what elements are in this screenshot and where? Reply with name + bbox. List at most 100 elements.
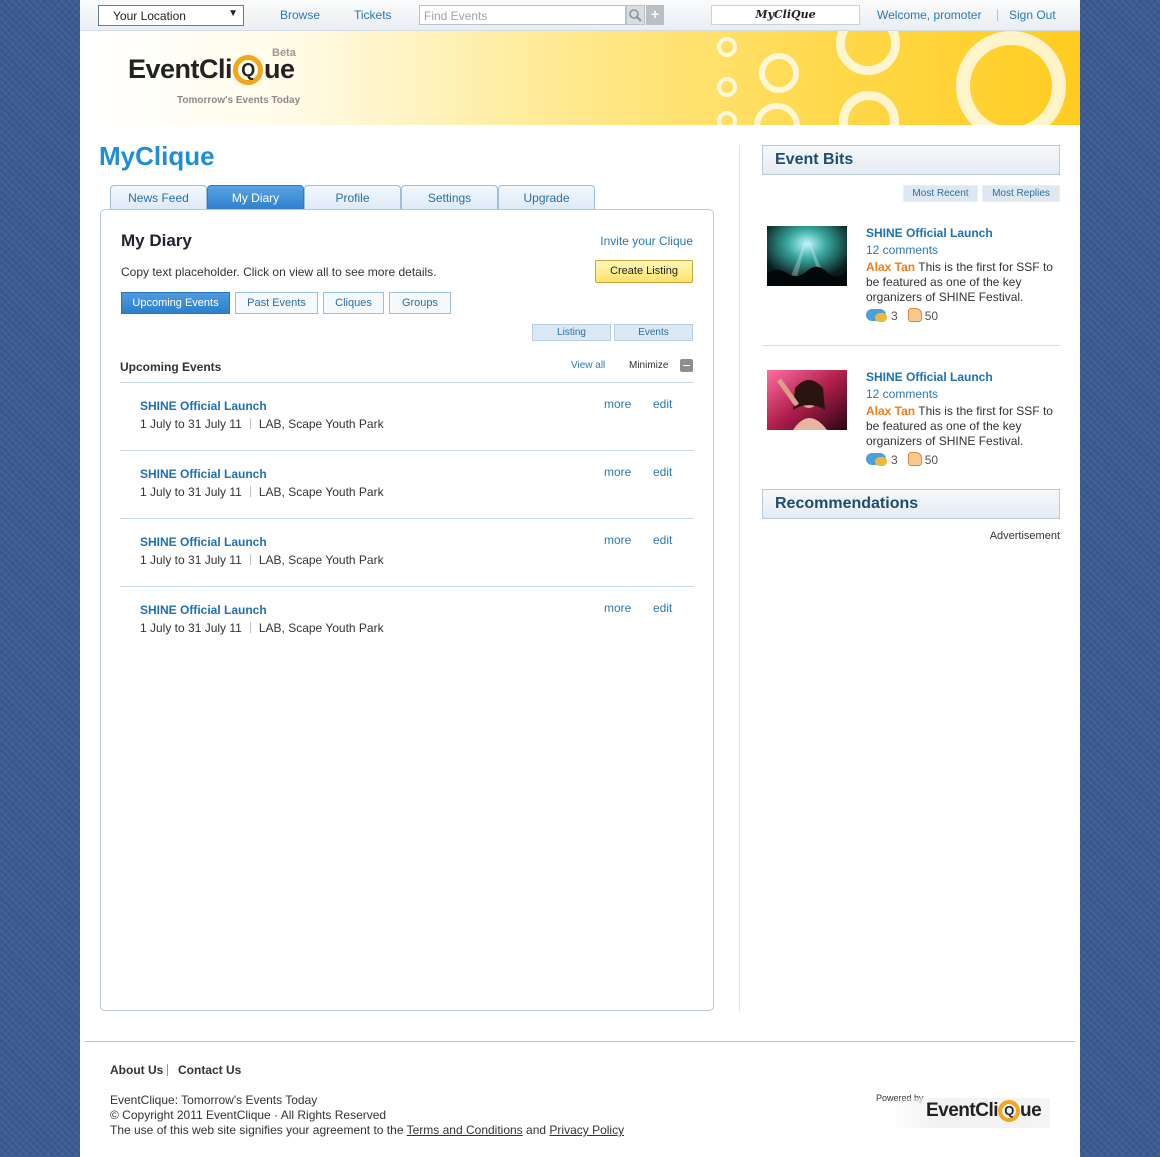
event-title-link[interactable]: SHINE Official Launch [140,535,267,549]
event-date: 1 July to 31 July 11 [140,485,242,499]
site-logo[interactable]: EventCli Que [128,54,295,85]
most-recent-button[interactable]: Most Recent [903,185,978,202]
beta-label: Beta [272,47,296,59]
event-bit-stats: 3 50 [866,308,938,323]
footer-tagline: EventClique: Tomorrow's Events Today [110,1093,318,1107]
section-heading: Upcoming Events [120,360,222,374]
subtab-cliques[interactable]: Cliques [323,292,384,314]
tagline: Tomorrow's Events Today [177,95,301,106]
search-input[interactable]: Find Events [419,5,626,25]
tickets-link[interactable]: Tickets [354,8,392,22]
view-all-link[interactable]: View all [571,360,605,371]
sign-out-link[interactable]: Sign Out [1009,8,1056,22]
minimize-icon[interactable] [680,359,693,372]
list-item: SHINE Official Launch 1 July to 31 July … [120,382,694,450]
comments-link[interactable]: 12 comments [866,243,938,257]
more-link[interactable]: more [604,601,631,615]
contact-us-link[interactable]: Contact Us [178,1063,241,1077]
pattern-ring [836,31,900,75]
myclique-logo[interactable]: MyCliQue [711,5,860,25]
event-bit-title-link[interactable]: SHINE Official Launch [866,370,993,384]
view-listing-button[interactable]: Listing [532,324,611,341]
event-meta: 1 July to 31 July 11 LAB, Scape Youth Par… [140,553,384,567]
terms-link[interactable]: Terms and Conditions [407,1123,523,1137]
comments-link[interactable]: 12 comments [866,387,938,401]
event-title-link[interactable]: SHINE Official Launch [140,603,267,617]
event-bit-item: SHINE Official Launch 12 comments Alax T… [762,370,1060,490]
pattern-ring [759,53,799,93]
divider [167,1064,168,1076]
add-event-button[interactable]: + [646,5,664,25]
tab-news-feed[interactable]: News Feed [110,185,207,210]
event-venue: LAB, Scape Youth Park [258,621,384,635]
chevron-down-icon: ▼ [228,8,238,19]
more-link[interactable]: more [604,465,631,479]
pattern-ring [717,111,737,125]
about-us-link[interactable]: About Us [110,1063,163,1077]
event-thumbnail[interactable] [767,370,847,430]
edit-link[interactable]: edit [653,465,672,479]
privacy-policy-link[interactable]: Privacy Policy [549,1123,624,1137]
location-select-value: Your Location [113,9,186,23]
thumbs-up-icon[interactable] [907,452,922,466]
event-date: 1 July to 31 July 11 [140,553,242,567]
search-icon [629,9,642,22]
reply-count: 3 [891,309,898,323]
event-bit-stats: 3 50 [866,452,938,467]
event-venue: LAB, Scape Youth Park [258,417,384,431]
welcome-user[interactable]: Welcome, promoter [877,8,981,22]
footer-logo[interactable]: EventCli Que [890,1098,1050,1128]
event-thumbnail[interactable] [767,226,847,286]
edit-link[interactable]: edit [653,533,672,547]
agreement-and: and [526,1123,547,1137]
location-select[interactable]: Your Location ▼ [98,5,244,26]
divider [997,9,998,21]
edit-link[interactable]: edit [653,397,672,411]
event-title-link[interactable]: SHINE Official Launch [140,467,267,481]
more-link[interactable]: more [604,397,631,411]
event-meta: 1 July to 31 July 11 LAB, Scape Youth Par… [140,621,384,635]
event-bit-text: Alax Tan This is the first for SSF to be… [866,260,1056,305]
logo-q-icon: Q [233,55,264,85]
view-events-button[interactable]: Events [614,324,693,341]
create-listing-button[interactable]: Create Listing [595,260,693,283]
event-meta: 1 July to 31 July 11 LAB, Scape Youth Par… [140,485,384,499]
top-bar: Your Location ▼ Browse Tickets Find Even… [80,0,1080,31]
event-venue: LAB, Scape Youth Park [258,485,384,499]
tab-settings[interactable]: Settings [401,185,498,210]
tab-my-diary[interactable]: My Diary [207,185,304,210]
subtab-groups[interactable]: Groups [389,292,451,314]
author-link[interactable]: Alax Tan [866,260,915,274]
like-count: 50 [924,453,939,467]
divider [762,345,1060,346]
page: Your Location ▼ Browse Tickets Find Even… [80,0,1080,1157]
event-title-link[interactable]: SHINE Official Launch [140,399,267,413]
subtab-upcoming-events[interactable]: Upcoming Events [121,292,230,314]
event-date: 1 July to 31 July 11 [140,621,242,635]
event-date: 1 July to 31 July 11 [140,417,242,431]
panel-title: My Diary [121,231,192,250]
list-item: SHINE Official Launch 1 July to 31 July … [120,518,694,586]
invite-clique-link[interactable]: Invite your Clique [600,234,693,248]
tab-upgrade[interactable]: Upgrade [498,185,595,210]
event-bits-heading: Event Bits [762,145,1060,175]
most-replies-button[interactable]: Most Replies [982,185,1060,202]
more-link[interactable]: more [604,533,631,547]
edit-link[interactable]: edit [653,601,672,615]
pattern-ring [717,37,737,57]
list-item: SHINE Official Launch 1 July to 31 July … [120,586,694,654]
tab-profile[interactable]: Profile [304,185,401,210]
divider [249,418,251,429]
browse-link[interactable]: Browse [280,8,320,22]
header-banner: EventCli Que Beta Tomorrow's Events Today [94,31,1080,125]
author-link[interactable]: Alax Tan [866,404,915,418]
search-button[interactable] [626,5,645,25]
recommendations-heading: Recommendations [762,489,1060,519]
event-bit-title-link[interactable]: SHINE Official Launch [866,226,993,240]
footer-copyright: © Copyright 2011 EventClique · All Right… [110,1108,387,1122]
thumbs-up-icon[interactable] [907,308,922,322]
subtab-past-events[interactable]: Past Events [235,292,318,314]
footer-logo-right: ue [1020,1100,1042,1121]
logo-q-icon: Q [998,1100,1021,1122]
minimize-label[interactable]: Minimize [629,360,668,371]
